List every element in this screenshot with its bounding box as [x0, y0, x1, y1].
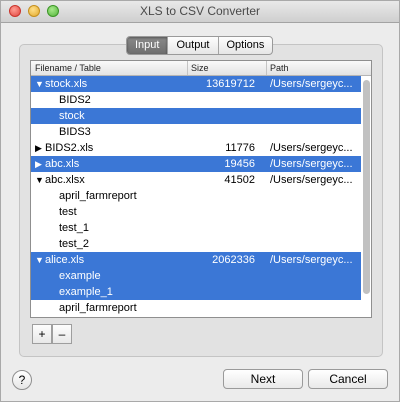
row-name-label: example_1 [59, 286, 113, 298]
table-row-sheet[interactable]: BIDS2 [31, 92, 361, 108]
add-file-button[interactable]: + [32, 324, 52, 344]
table-row-sheet[interactable]: stock [31, 108, 361, 124]
row-name-label: stock.xls [45, 78, 88, 90]
column-divider [266, 61, 267, 75]
column-header-size[interactable]: Size [191, 63, 209, 73]
row-name-cell: test_2 [59, 236, 89, 252]
cancel-button[interactable]: Cancel [308, 369, 388, 389]
tab-input[interactable]: Input [127, 37, 168, 54]
table-header: Filename / Table Size Path [31, 61, 371, 76]
row-name-cell: stock [59, 108, 85, 124]
next-button[interactable]: Next [223, 369, 303, 389]
title-bar: XLS to CSV Converter [1, 1, 399, 23]
row-name-cell: ▶ BIDS2.xls [35, 140, 93, 156]
row-name-cell: ▼abc.xlsx [35, 172, 85, 188]
row-path-cell: /Users/sergeyc... [270, 158, 353, 170]
row-size-cell: 41502 [224, 174, 255, 186]
row-name-cell: ▶ abc.xls [35, 156, 79, 172]
table-row-sheet[interactable]: test_1 [31, 220, 361, 236]
row-path-cell: /Users/sergeyc... [270, 254, 353, 266]
table-row-sheet[interactable]: test [31, 204, 361, 220]
table-row-file[interactable]: ▶ BIDS2.xls 11776/Users/sergeyc... [31, 140, 361, 156]
row-size-cell: 13619712 [206, 78, 255, 90]
row-path-cell: /Users/sergeyc... [270, 174, 353, 186]
table-row-sheet[interactable]: example [31, 268, 361, 284]
row-name-cell: april_farmreport_1 [59, 316, 149, 317]
table-row-file[interactable]: ▼alice.xls 2062336/Users/sergeyc... [31, 252, 361, 268]
table-row-sheet[interactable]: BIDS3 [31, 124, 361, 140]
row-name-cell: april_farmreport [59, 300, 137, 316]
row-size-cell: 19456 [224, 158, 255, 170]
row-name-label: BIDS2.xls [45, 142, 94, 154]
table-row-file[interactable]: ▼stock.xls 13619712/Users/sergeyc... [31, 76, 361, 92]
table-row-sheet[interactable]: april_farmreport_1 [31, 316, 361, 317]
converter-window: XLS to CSV Converter Input Output Option… [0, 0, 400, 402]
help-button[interactable]: ? [12, 370, 32, 390]
row-path-cell: /Users/sergeyc... [270, 142, 353, 154]
row-name-cell: test_1 [59, 220, 89, 236]
table-row-sheet[interactable]: april_farmreport [31, 300, 361, 316]
row-name-cell: april_farmreport [59, 188, 137, 204]
row-name-label: stock [59, 110, 85, 122]
row-name-label: april_farmreport [59, 302, 137, 314]
row-name-label: abc.xlsx [45, 174, 85, 186]
table-row-sheet[interactable]: example_1 [31, 284, 361, 300]
disclosure-collapsed-icon[interactable]: ▶ [35, 156, 45, 172]
row-name-cell: BIDS2 [59, 92, 91, 108]
table-row-file[interactable]: ▶ abc.xls 19456/Users/sergeyc... [31, 156, 361, 172]
column-header-path[interactable]: Path [270, 63, 289, 73]
row-name-cell: ▼alice.xls [35, 252, 84, 268]
row-name-label: test_1 [59, 222, 89, 234]
vertical-scrollbar[interactable] [361, 76, 371, 317]
disclosure-expanded-icon[interactable]: ▼ [35, 76, 45, 92]
tab-output[interactable]: Output [167, 37, 217, 54]
tab-options[interactable]: Options [217, 37, 273, 54]
row-name-cell: example [59, 268, 101, 284]
row-size-cell: 2062336 [212, 254, 255, 266]
disclosure-expanded-icon[interactable]: ▼ [35, 172, 45, 188]
row-name-label: april_farmreport [59, 190, 137, 202]
table-row-file[interactable]: ▼abc.xlsx 41502/Users/sergeyc... [31, 172, 361, 188]
row-name-cell: ▼stock.xls [35, 76, 87, 92]
row-name-label: test_2 [59, 238, 89, 250]
row-path-cell: /Users/sergeyc... [270, 78, 353, 90]
row-name-label: alice.xls [45, 254, 85, 266]
remove-file-button[interactable]: – [52, 324, 72, 344]
window-title: XLS to CSV Converter [139, 4, 261, 18]
row-name-label: example [59, 270, 101, 282]
row-name-cell: BIDS3 [59, 124, 91, 140]
disclosure-collapsed-icon[interactable]: ▶ [35, 140, 45, 156]
column-header-filename[interactable]: Filename / Table [35, 63, 101, 73]
disclosure-expanded-icon[interactable]: ▼ [35, 252, 45, 268]
file-table: Filename / Table Size Path ▼stock.xls 136… [30, 60, 372, 318]
row-name-label: abc.xls [45, 158, 80, 170]
row-name-cell: test [59, 204, 77, 220]
scrollbar-thumb[interactable] [363, 80, 370, 294]
row-size-cell: 11776 [225, 142, 255, 154]
table-row-sheet[interactable]: april_farmreport [31, 188, 361, 204]
table-rows: ▼stock.xls 13619712/Users/sergeyc... BIDS2… [31, 76, 361, 317]
row-name-label: BIDS3 [59, 126, 91, 138]
row-name-label: test [59, 206, 77, 218]
tab-bar: Input Output Options [126, 36, 274, 55]
column-divider [187, 61, 188, 75]
row-name-label: BIDS2 [59, 94, 91, 106]
table-row-sheet[interactable]: test_2 [31, 236, 361, 252]
row-name-cell: example_1 [59, 284, 113, 300]
